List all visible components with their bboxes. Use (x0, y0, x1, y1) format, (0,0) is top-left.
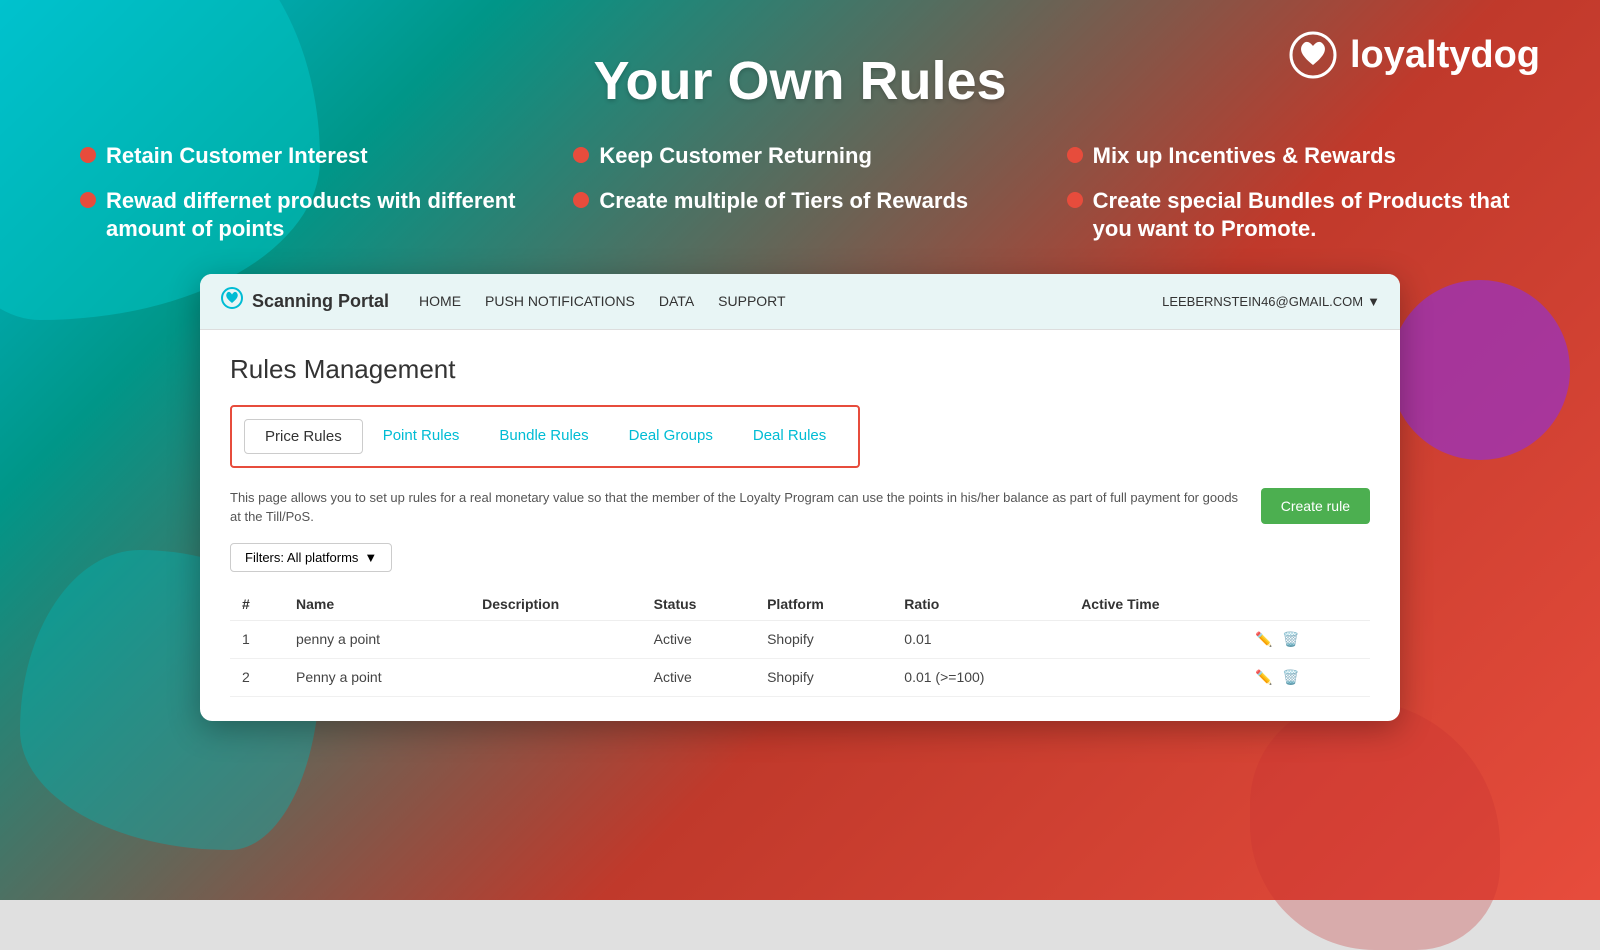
nav-data[interactable]: DATA (659, 293, 694, 309)
feature-dot-3 (1067, 147, 1083, 163)
navbar: Scanning Portal HOME PUSH NOTIFICATIONS … (200, 274, 1400, 330)
navbar-user[interactable]: LEEBERNSTEIN46@GMAIL.COM ▼ (1162, 294, 1380, 309)
col-header-name: Name (284, 588, 470, 621)
feature-dot-4 (80, 192, 96, 208)
row1-active-time (1069, 620, 1243, 658)
row2-edit-icon[interactable]: ✏️ (1255, 669, 1272, 685)
filter-label: Filters: All platforms (245, 550, 358, 565)
row1-ratio: 0.01 (892, 620, 1069, 658)
row1-desc (470, 620, 642, 658)
row1-edit-icon[interactable]: ✏️ (1255, 631, 1272, 647)
table-row: 2 Penny a point Active Shopify 0.01 (>=1… (230, 658, 1370, 696)
features-grid: Retain Customer Interest Keep Customer R… (60, 142, 1540, 244)
row1-name: penny a point (284, 620, 470, 658)
row2-active-time (1069, 658, 1243, 696)
feature-item-2: Keep Customer Returning (573, 142, 1026, 171)
feature-text-6: Create special Bundles of Products that … (1093, 187, 1520, 244)
col-header-actions (1243, 588, 1370, 621)
tab-container: Price Rules Point Rules Bundle Rules Dea… (230, 405, 860, 468)
feature-dot-2 (573, 147, 589, 163)
table-row: 1 penny a point Active Shopify 0.01 ✏️ 🗑… (230, 620, 1370, 658)
row2-name: Penny a point (284, 658, 470, 696)
main-content: loyaltydog Your Own Rules Retain Custome… (0, 0, 1600, 900)
row2-platform: Shopify (755, 658, 892, 696)
nav-home[interactable]: HOME (419, 293, 461, 309)
table-body: 1 penny a point Active Shopify 0.01 ✏️ 🗑… (230, 620, 1370, 696)
feature-dot-1 (80, 147, 96, 163)
user-dropdown-icon: ▼ (1367, 294, 1380, 309)
feature-text-3: Mix up Incentives & Rewards (1093, 142, 1396, 171)
page-body: Rules Management Price Rules Point Rules… (200, 330, 1400, 721)
table-header: # Name Description Status Platform Ratio… (230, 588, 1370, 621)
logo-text: loyaltydog (1350, 34, 1540, 77)
row2-actions: ✏️ 🗑️ (1243, 658, 1370, 696)
col-header-desc: Description (470, 588, 642, 621)
row1-num: 1 (230, 620, 284, 658)
brand-icon (220, 286, 244, 316)
logo-icon (1288, 30, 1338, 80)
user-email: LEEBERNSTEIN46@GMAIL.COM (1162, 294, 1363, 309)
feature-text-4: Rewad differnet products with different … (106, 187, 533, 244)
tab-deal-groups[interactable]: Deal Groups (609, 419, 733, 454)
feature-text-2: Keep Customer Returning (599, 142, 872, 171)
row1-actions: ✏️ 🗑️ (1243, 620, 1370, 658)
filter-row: Filters: All platforms ▼ (230, 543, 1370, 572)
tab-price-rules[interactable]: Price Rules (244, 419, 363, 454)
navbar-brand: Scanning Portal (220, 286, 389, 316)
col-header-platform: Platform (755, 588, 892, 621)
row2-desc (470, 658, 642, 696)
row1-platform: Shopify (755, 620, 892, 658)
feature-dot-5 (573, 192, 589, 208)
tab-deal-rules[interactable]: Deal Rules (733, 419, 846, 454)
feature-item-3: Mix up Incentives & Rewards (1067, 142, 1520, 171)
col-header-num: # (230, 588, 284, 621)
row1-status: Active (642, 620, 755, 658)
row2-status: Active (642, 658, 755, 696)
row2-ratio: 0.01 (>=100) (892, 658, 1069, 696)
desc-row: This page allows you to set up rules for… (230, 488, 1370, 527)
feature-item-6: Create special Bundles of Products that … (1067, 187, 1520, 244)
feature-item-5: Create multiple of Tiers of Rewards (573, 187, 1026, 244)
feature-item-1: Retain Customer Interest (80, 142, 533, 171)
logo: loyaltydog (1288, 30, 1540, 80)
portal-window: Scanning Portal HOME PUSH NOTIFICATIONS … (200, 274, 1400, 721)
tab-bundle-rules[interactable]: Bundle Rules (479, 419, 608, 454)
feature-item-4: Rewad differnet products with different … (80, 187, 533, 244)
col-header-ratio: Ratio (892, 588, 1069, 621)
create-rule-button[interactable]: Create rule (1261, 488, 1370, 524)
nav-links: HOME PUSH NOTIFICATIONS DATA SUPPORT (419, 293, 1132, 309)
nav-push[interactable]: PUSH NOTIFICATIONS (485, 293, 635, 309)
filter-button[interactable]: Filters: All platforms ▼ (230, 543, 392, 572)
row1-delete-icon[interactable]: 🗑️ (1282, 631, 1299, 647)
col-header-status: Status (642, 588, 755, 621)
row2-delete-icon[interactable]: 🗑️ (1282, 669, 1299, 685)
feature-dot-6 (1067, 192, 1083, 208)
rules-table: # Name Description Status Platform Ratio… (230, 588, 1370, 697)
page-title: Rules Management (230, 354, 1370, 385)
filter-chevron-icon: ▼ (364, 550, 377, 565)
col-header-active-time: Active Time (1069, 588, 1243, 621)
description-text: This page allows you to set up rules for… (230, 488, 1245, 527)
feature-text-1: Retain Customer Interest (106, 142, 368, 171)
brand-name: Scanning Portal (252, 291, 389, 312)
tab-point-rules[interactable]: Point Rules (363, 419, 480, 454)
nav-support[interactable]: SUPPORT (718, 293, 785, 309)
row2-num: 2 (230, 658, 284, 696)
feature-text-5: Create multiple of Tiers of Rewards (599, 187, 968, 216)
